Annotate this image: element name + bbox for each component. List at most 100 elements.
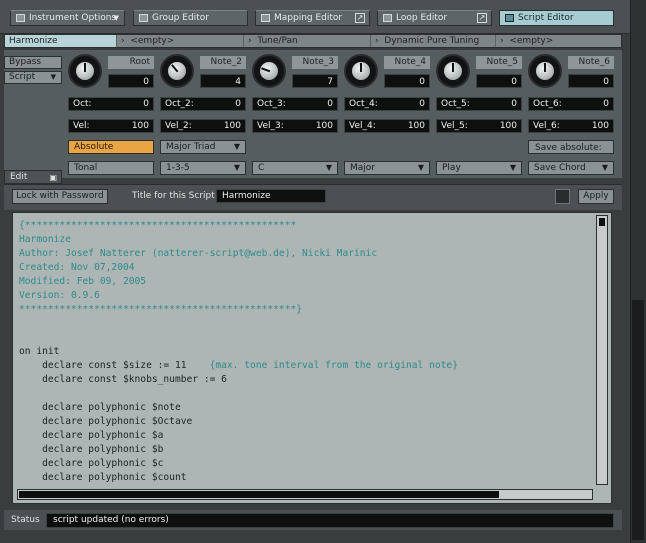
code-line[interactable]: Harmonize xyxy=(19,233,458,247)
script-code-editor[interactable]: {***************************************… xyxy=(12,212,612,504)
code-line[interactable]: declare polyphonic $c xyxy=(19,457,458,471)
loop-editor-button[interactable]: Loop Editor ↗ xyxy=(377,10,492,26)
expand-icon[interactable]: ↗ xyxy=(477,13,487,23)
wrench-icon xyxy=(16,14,25,22)
save-chord-dropdown[interactable]: Save Chord ▼ xyxy=(528,161,614,175)
play-dropdown[interactable]: Play ▼ xyxy=(436,161,522,175)
chevron-down-icon: ▼ xyxy=(233,163,240,172)
code-line[interactable]: Version: 0.9.6 xyxy=(19,289,458,303)
bypass-button[interactable]: Bypass xyxy=(4,56,62,69)
code-text[interactable]: {***************************************… xyxy=(19,219,458,485)
field-value: 0 xyxy=(235,99,241,109)
code-line[interactable]: declare const $knobs_number := 6 xyxy=(19,373,458,387)
code-line[interactable]: declare polyphonic $count xyxy=(19,471,458,485)
knob-value[interactable]: 0 xyxy=(384,74,430,88)
code-line[interactable]: Author: Josef Natterer (natterer-script@… xyxy=(19,247,458,261)
vel-field-3[interactable]: Vel_3: 100 xyxy=(252,119,338,133)
knob-note-2[interactable]: Note_2 4 xyxy=(160,54,246,92)
expand-icon[interactable]: ↗ xyxy=(355,13,365,23)
oct-field-4[interactable]: Oct_4: 0 xyxy=(344,97,430,111)
code-vertical-scrollbar[interactable] xyxy=(596,215,608,485)
scale-dropdown[interactable]: Major ▼ xyxy=(344,161,430,175)
field-label: Oct_4: xyxy=(349,99,378,109)
code-line[interactable]: on init xyxy=(19,345,458,359)
knob-value[interactable]: 4 xyxy=(200,74,246,88)
dropdown-value: Major xyxy=(350,163,375,173)
knob-note-3[interactable]: Note_3 7 xyxy=(252,54,338,92)
group-editor-button[interactable]: Group Editor xyxy=(133,10,248,26)
apply-button[interactable]: Apply xyxy=(578,189,614,204)
field-value: 100 xyxy=(223,121,241,131)
pin-icon: ▣ xyxy=(49,173,57,182)
code-line[interactable]: declare polyphonic $b xyxy=(19,443,458,457)
code-line[interactable]: ****************************************… xyxy=(19,303,458,317)
script-menu-button[interactable]: Script ▼ xyxy=(4,71,62,84)
instrument-options-button[interactable]: Instrument Options ▼ xyxy=(10,10,125,26)
code-line[interactable] xyxy=(19,387,458,401)
group-icon xyxy=(139,14,148,22)
vel-field-5[interactable]: Vel_5: 100 xyxy=(436,119,522,133)
vel-field-6[interactable]: Vel_6: 100 xyxy=(528,119,614,133)
code-line[interactable]: Created: Nov 07,2004 xyxy=(19,261,458,275)
code-line[interactable]: declare polyphonic $Octave xyxy=(19,415,458,429)
code-vertical-thumb[interactable] xyxy=(599,218,605,226)
knob-value[interactable]: 0 xyxy=(476,74,522,88)
code-line[interactable]: declare const $size := 11 {max. tone int… xyxy=(19,359,458,373)
script-title-input[interactable]: Harmonize xyxy=(216,189,326,203)
title-input-value: Harmonize xyxy=(222,191,271,201)
chevron-right-icon: › xyxy=(375,36,379,46)
code-line[interactable] xyxy=(19,317,458,331)
code-line[interactable] xyxy=(19,331,458,345)
lock-with-password-button[interactable]: Lock with Password xyxy=(12,189,108,204)
knob-label: Note_3 xyxy=(292,56,338,69)
mapping-editor-button[interactable]: Mapping Editor ↗ xyxy=(255,10,370,26)
absolute-button[interactable]: Absolute xyxy=(68,140,154,154)
knob-dial[interactable] xyxy=(160,54,194,88)
code-line[interactable]: declare polyphonic $a xyxy=(19,429,458,443)
knob-value[interactable]: 0 xyxy=(108,74,154,88)
knob-label: Note_6 xyxy=(568,56,614,69)
tonal-button[interactable]: Tonal xyxy=(68,161,154,175)
field-label: Vel_4: xyxy=(349,121,376,131)
slot-harmonize[interactable]: Harmonize xyxy=(5,35,117,47)
script-editor-button[interactable]: Script Editor xyxy=(499,10,614,26)
knob-root[interactable]: Root 0 xyxy=(68,54,154,92)
window-scrollbar-thumb[interactable] xyxy=(632,300,644,540)
slot-empty-1[interactable]: › <empty> xyxy=(117,35,244,47)
vel-field-4[interactable]: Vel_4: 100 xyxy=(344,119,430,133)
vel-field-root[interactable]: Vel: 100 xyxy=(68,119,154,133)
slot-dynamic-pure-tuning[interactable]: › Dynamic Pure Tuning xyxy=(371,35,496,47)
knob-note-4[interactable]: Note_4 0 xyxy=(344,54,430,92)
editor-toolbar: Instrument Options ▼ Group Editor Mappin… xyxy=(0,0,646,34)
code-line[interactable]: {***************************************… xyxy=(19,219,458,233)
knob-label: Note_2 xyxy=(200,56,246,69)
oct-field-2[interactable]: Oct_2: 0 xyxy=(160,97,246,111)
slot-empty-2[interactable]: › <empty> xyxy=(496,35,621,47)
code-horizontal-thumb[interactable] xyxy=(19,491,499,498)
edit-tab[interactable]: Edit ▣ xyxy=(4,170,62,184)
knob-note-6[interactable]: Note_6 0 xyxy=(528,54,614,92)
oct-field-6[interactable]: Oct_6: 0 xyxy=(528,97,614,111)
oct-field-5[interactable]: Oct_5: 0 xyxy=(436,97,522,111)
knob-dial[interactable] xyxy=(436,54,470,88)
chord-type-dropdown[interactable]: Major Triad ▼ xyxy=(160,140,246,154)
knob-dial[interactable] xyxy=(528,54,562,88)
oct-field-3[interactable]: Oct_3: 0 xyxy=(252,97,338,111)
save-absolute-label: Save absolute: xyxy=(528,140,614,154)
knob-value[interactable]: 0 xyxy=(568,74,614,88)
intervals-dropdown[interactable]: 1-3-5 ▼ xyxy=(160,161,246,175)
knob-note-5[interactable]: Note_5 0 xyxy=(436,54,522,92)
knob-dial[interactable] xyxy=(252,54,286,88)
knob-value[interactable]: 7 xyxy=(292,74,338,88)
field-label: Oct_3: xyxy=(257,99,286,109)
knob-label: Note_4 xyxy=(384,56,430,69)
code-line[interactable]: declare polyphonic $note xyxy=(19,401,458,415)
vel-field-2[interactable]: Vel_2: 100 xyxy=(160,119,246,133)
key-dropdown[interactable]: C ▼ xyxy=(252,161,338,175)
slot-tune-pan[interactable]: › Tune/Pan xyxy=(244,35,371,47)
field-value: 100 xyxy=(131,121,149,131)
code-line[interactable]: Modified: Feb 09, 2005 xyxy=(19,275,458,289)
oct-field-root[interactable]: Oct: 0 xyxy=(68,97,154,111)
knob-dial[interactable] xyxy=(344,54,378,88)
knob-dial[interactable] xyxy=(68,54,102,88)
